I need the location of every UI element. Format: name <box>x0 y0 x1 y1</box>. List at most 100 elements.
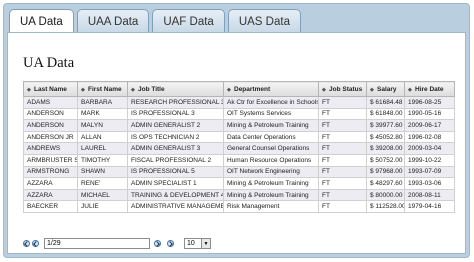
table-row[interactable]: AZZARA MICHAEL TRAINING & DEVELOPMENT 4 Min… <box>23 188 455 202</box>
sort-icon: ◆ <box>322 86 326 93</box>
table-row[interactable]: ADAMS BARBARA RESEARCH PROFESSIONAL 3 Ak Ct… <box>23 96 455 109</box>
table-cell: IS PROFESSIONAL 3 <box>127 107 224 121</box>
table-row[interactable]: ANDERSON MALYN ADMIN GENERALIST 2 Mining & … <box>23 119 455 132</box>
table-cell: FT <box>318 165 367 179</box>
tab-container: UA Data UAA Data UAF Data UAS Data UA Da… <box>3 3 470 258</box>
table-cell: ADMIN GENERALIST 2 <box>127 119 224 132</box>
column-header-job-title[interactable]: ◆ Job Title <box>127 81 224 97</box>
sort-icon: ◆ <box>27 86 31 93</box>
table-row[interactable]: AZZARA RENE' ADMIN SPECIALIST 1 Mining & Pe… <box>23 177 455 190</box>
table-cell: 1999-10-22 <box>404 153 455 167</box>
table-cell: RESEARCH PROFESSIONAL 3 <box>127 96 224 109</box>
table-cell: Ak Ctr for Excellence in Schools <box>223 96 319 109</box>
tab-ua-data[interactable]: UA Data <box>9 9 74 34</box>
table-cell: FT <box>318 177 367 190</box>
table-cell: ANDERSON JR <box>23 130 78 144</box>
page-input[interactable]: 1/29 <box>44 238 150 249</box>
table-cell: 1996-08-25 <box>404 96 455 109</box>
table-cell: OIT Systems Services <box>223 107 319 121</box>
table-cell: 1993-07-09 <box>404 165 455 179</box>
table-cell: ADMIN SPECIALIST 1 <box>127 177 224 190</box>
table-cell: $ 48297.60 <box>366 177 405 190</box>
table-cell: FT <box>318 142 367 155</box>
table-cell: 1979-04-16 <box>404 200 455 213</box>
sort-icon: ◆ <box>131 86 135 93</box>
table-cell: Human Resource Operations <box>223 153 319 167</box>
table-cell: FT <box>318 130 367 144</box>
table-cell: FT <box>318 200 367 213</box>
panel-title: UA Data <box>23 55 75 71</box>
chevron-down-icon[interactable]: ▼ <box>202 238 211 249</box>
table-row[interactable]: ANDERSON MARK IS PROFESSIONAL 3 OIT Systems… <box>23 107 455 121</box>
table-cell: FISCAL PROFESSIONAL 2 <box>127 153 224 167</box>
table-cell: LAUREL <box>77 142 128 155</box>
table-cell: $ 39977.60 <box>366 119 405 132</box>
table-cell: MICHAEL <box>77 188 128 202</box>
table-cell: 1990-05-16 <box>404 107 455 121</box>
sort-icon: ◆ <box>408 86 412 93</box>
table-cell: ARMBRUSTER SR <box>23 153 78 167</box>
first-page-icon[interactable] <box>23 240 30 247</box>
table-cell: ADMINISTRATIVE MANAGEMENT 5 <box>127 200 224 213</box>
table-cell: 2009-03-04 <box>404 142 455 155</box>
table-cell: 2009-06-17 <box>404 119 455 132</box>
table-cell: FT <box>318 153 367 167</box>
pager: 1/29 10 ▼ <box>23 238 211 249</box>
table-cell: ANDREWS <box>23 142 78 155</box>
table-cell: IS OPS TECHNICIAN 2 <box>127 130 224 144</box>
table-cell: Mining & Petroleum Training <box>223 177 319 190</box>
table-cell: $ 39208.00 <box>366 142 405 155</box>
table-cell: TIMOTHY <box>77 153 128 167</box>
table-cell: FT <box>318 188 367 202</box>
table-cell: Data Center Operations <box>223 130 319 144</box>
table-row[interactable]: ANDREWS LAUREL ADMIN GENERALIST 3 General C… <box>23 142 455 155</box>
table-cell: IS PROFESSIONAL 5 <box>127 165 224 179</box>
table-cell: $ 50752.00 <box>366 153 405 167</box>
page-size-value: 10 <box>184 238 202 249</box>
tab-uaf-data[interactable]: UAF Data <box>152 9 225 33</box>
header-row: ◆ Last Name ◆ First Name ◆ Job Title ◆ Depar… <box>23 81 455 97</box>
table-row[interactable]: ARMSTRONG SHAWN IS PROFESSIONAL 5 OIT Netwo… <box>23 165 455 179</box>
table-cell: Risk Management <box>223 200 319 213</box>
table-cell: FT <box>318 96 367 109</box>
sort-icon: ◆ <box>81 86 85 93</box>
table-cell: 1993-03-06 <box>404 177 455 190</box>
column-header-first-name[interactable]: ◆ First Name <box>77 81 128 97</box>
table-cell: BAECKER <box>23 200 78 213</box>
last-page-icon[interactable] <box>167 240 174 247</box>
sort-icon: ◆ <box>227 86 231 93</box>
column-header-salary[interactable]: ◆ Salary <box>366 81 405 97</box>
table-cell: General Counsel Operations <box>223 142 319 155</box>
table-cell: ADMIN GENERALIST 3 <box>127 142 224 155</box>
table-cell: FT <box>318 119 367 132</box>
table-row[interactable]: ANDERSON JR ALLAN IS OPS TECHNICIAN 2 Data … <box>23 130 455 144</box>
tab-uas-data[interactable]: UAS Data <box>227 9 301 33</box>
column-header-job-status[interactable]: ◆ Job Status <box>318 81 367 97</box>
table-row[interactable]: ARMBRUSTER SRTIMOTHYFISCAL PROFESSIONAL … <box>23 153 455 167</box>
table-cell: ADAMS <box>23 96 78 109</box>
table-cell: $ 80000.00 <box>366 188 405 202</box>
table-cell: $ 45052.80 <box>366 130 405 144</box>
table-cell: SHAWN <box>77 165 128 179</box>
table-cell: AZZARA <box>23 188 78 202</box>
table-cell: MALYN <box>77 119 128 132</box>
tab-bar: UA Data UAA Data UAF Data UAS Data <box>9 9 301 34</box>
table-cell: 1996-02-08 <box>404 130 455 144</box>
prev-page-icon[interactable] <box>32 240 39 247</box>
table-cell: RENE' <box>77 177 128 190</box>
table-cell: ARMSTRONG <box>23 165 78 179</box>
tab-uaa-data[interactable]: UAA Data <box>76 9 150 33</box>
table-cell: $ 61684.48 <box>366 96 405 109</box>
table-cell: ALLAN <box>77 130 128 144</box>
column-header-last-name[interactable]: ◆ Last Name <box>23 81 78 97</box>
column-header-department[interactable]: ◆ Department <box>223 81 319 97</box>
table-cell: $ 97968.00 <box>366 165 405 179</box>
column-header-hire-date[interactable]: ◆ Hire Date <box>404 81 455 97</box>
next-page-icon[interactable] <box>154 240 161 247</box>
data-grid: ◆ Last Name ◆ First Name ◆ Job Title ◆ Depar… <box>23 81 455 213</box>
table-row[interactable]: BAECKERJULIEADMINISTRATIVE MANAGEMENT 5R… <box>23 200 455 213</box>
table-cell: TRAINING & DEVELOPMENT 4 <box>127 188 224 202</box>
table-cell: ANDERSON <box>23 107 78 121</box>
tab-panel: UA Data ◆ Last Name ◆ First Name ◆ Job Titl… <box>7 32 466 254</box>
page-size-select[interactable]: 10 ▼ <box>184 238 211 249</box>
